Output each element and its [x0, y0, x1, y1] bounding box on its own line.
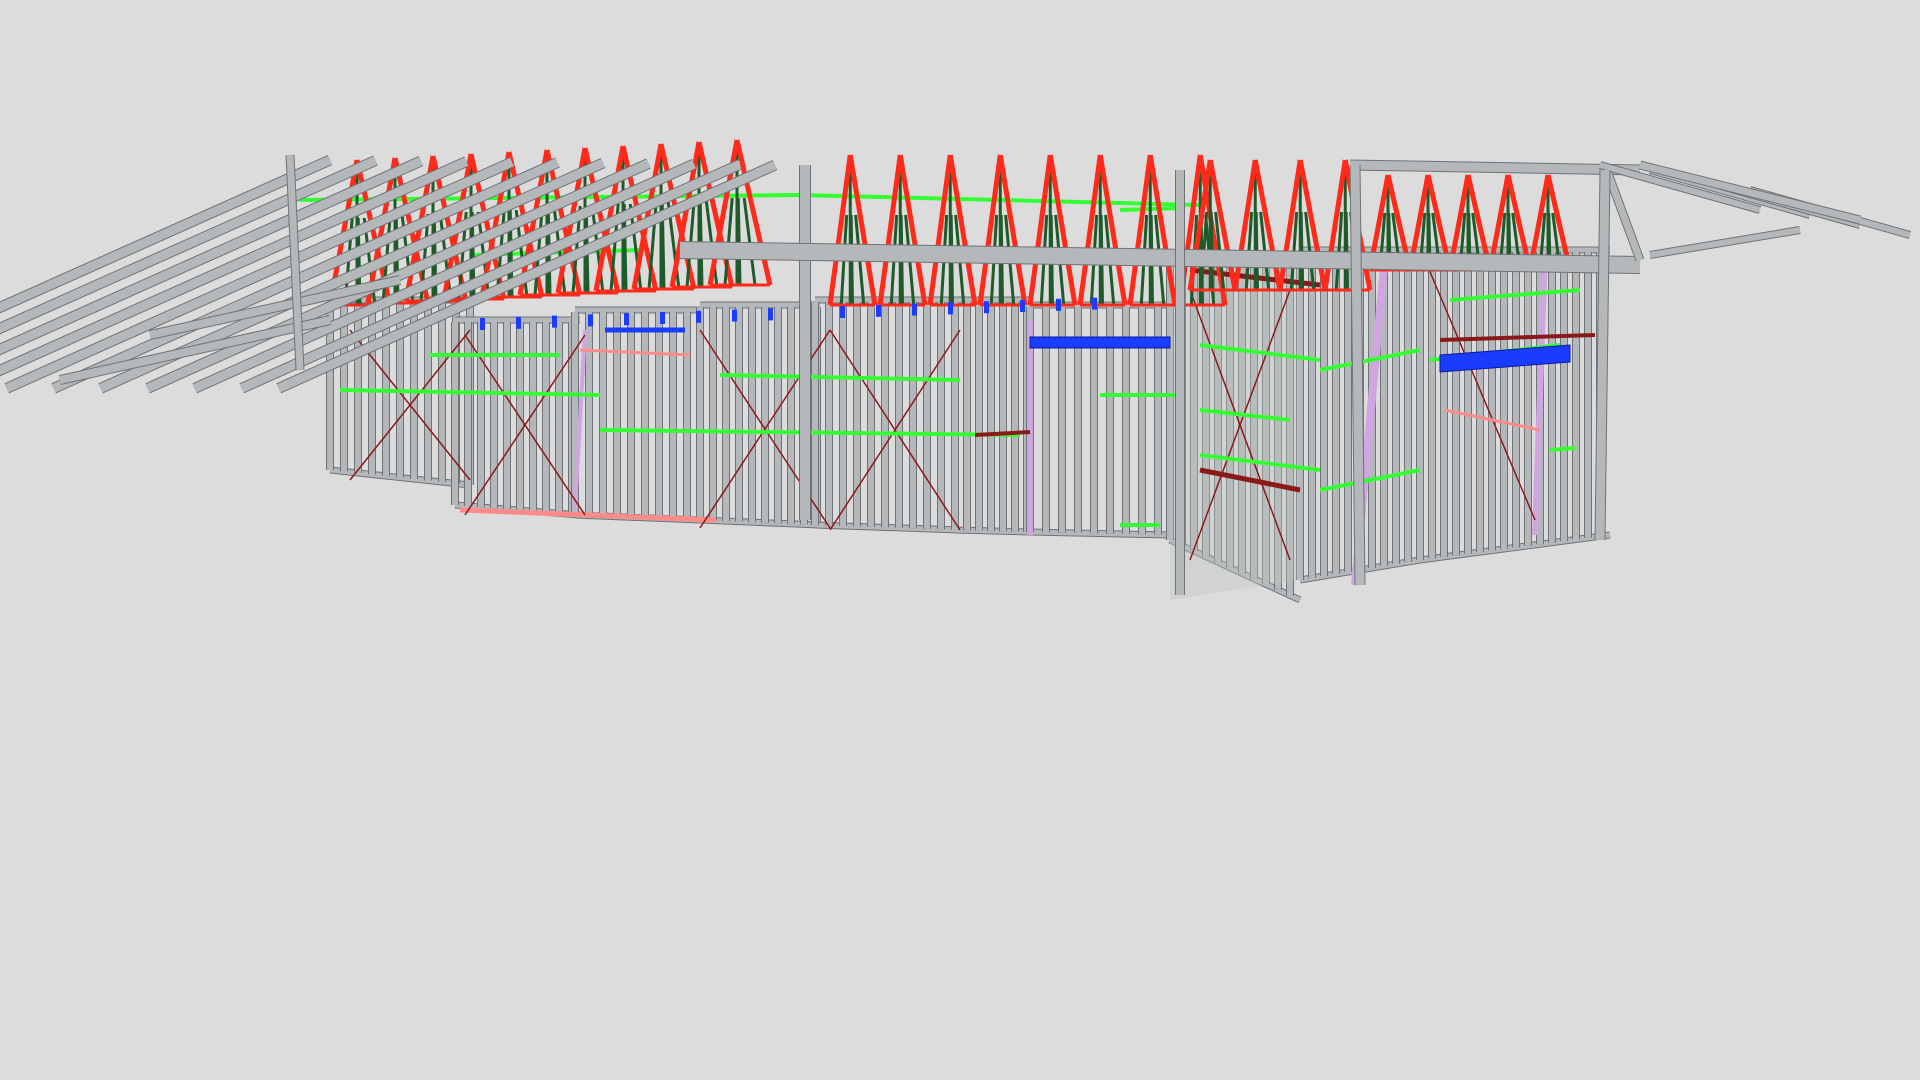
truss-connector	[948, 302, 953, 315]
overhang-purlin	[1649, 227, 1801, 258]
truss-connector	[912, 303, 917, 316]
roof-beam	[1349, 160, 1641, 175]
truss-connector	[732, 309, 737, 322]
truss-connector	[588, 314, 593, 327]
truss-connector	[516, 316, 521, 329]
truss-connector	[1092, 297, 1097, 310]
truss-connector	[624, 313, 629, 326]
wall-frames	[326, 246, 1611, 604]
truss-connector	[660, 312, 665, 324]
truss-connector	[840, 306, 845, 318]
lintel-beam	[1029, 336, 1171, 349]
nogging	[1549, 446, 1576, 452]
gable-post	[286, 154, 304, 371]
wall-bottom-plate	[1029, 529, 1171, 538]
steel-frame-model[interactable]	[0, 0, 1920, 1080]
truss-connector	[1056, 298, 1061, 311]
truss-connector	[552, 315, 557, 328]
wall-face-shade	[1170, 250, 1300, 600]
truss-connector	[696, 310, 701, 323]
tie-beam	[1439, 333, 1596, 342]
truss-connector	[768, 308, 773, 321]
tie-beam	[974, 430, 1031, 437]
3d-viewport[interactable]	[0, 0, 1920, 1080]
truss-connector	[480, 318, 485, 330]
overhang-fascia	[1639, 161, 1861, 224]
corner-post	[1595, 169, 1610, 541]
truss-connector	[984, 301, 989, 314]
truss-connector	[876, 304, 881, 317]
corner-post	[1350, 164, 1365, 586]
truss-connector	[1020, 300, 1025, 312]
